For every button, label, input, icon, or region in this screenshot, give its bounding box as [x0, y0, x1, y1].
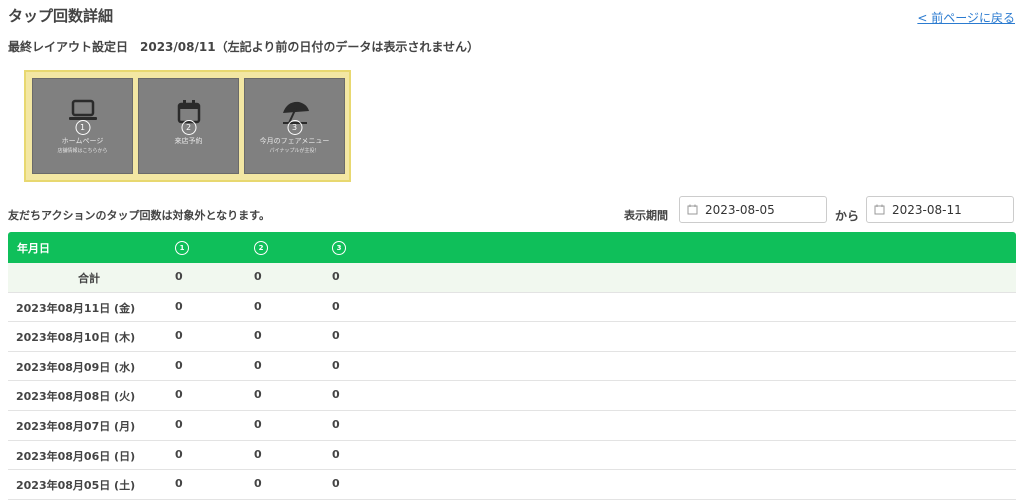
layout-date-text: 最終レイアウト設定日 2023/08/11（左記より前の日付のデータは表示されま…: [8, 40, 479, 54]
total-value-1: 0: [175, 270, 183, 283]
period-label: 表示期間: [624, 209, 668, 222]
rich-menu-tile-3: 3 今月のフェアメニュー パイナップルが主役！: [244, 78, 345, 174]
tile-number-3: 3: [287, 120, 302, 135]
row-value-1: 0: [175, 358, 183, 372]
table-header: 年月日 1 2 3: [8, 232, 1016, 263]
calendar-icon: [874, 204, 885, 215]
row-value-1: 0: [175, 447, 183, 461]
tile-label-1: ホームページ: [61, 137, 104, 145]
row-date: 2023年08月06日 (日): [16, 449, 136, 463]
row-value-3: 0: [332, 477, 340, 491]
table-row: 2023年08月08日 (火) 0 0 0: [8, 381, 1016, 411]
row-value-1: 0: [175, 329, 183, 343]
table-row: 2023年08月10日 (木) 0 0 0: [8, 322, 1016, 352]
row-value-2: 0: [254, 358, 262, 372]
row-value-1: 0: [175, 299, 183, 313]
date-from-value: 2023-08-05: [705, 203, 775, 217]
row-value-3: 0: [332, 388, 340, 402]
total-label: 合計: [78, 272, 100, 285]
row-value-2: 0: [254, 388, 262, 402]
tap-count-table: 年月日 1 2 3 合計 0 0 0 2023年08月11日 (金) 0 0 0…: [8, 232, 1016, 500]
row-value-3: 0: [332, 417, 340, 431]
total-value-3: 0: [332, 270, 340, 283]
exclusion-note: 友だちアクションのタップ回数は対象外となります。: [8, 209, 271, 222]
total-row: 合計 0 0 0: [8, 263, 1016, 293]
column-header-2: 2: [254, 241, 268, 255]
row-date: 2023年08月08日 (火): [16, 390, 136, 404]
table-row: 2023年08月09日 (水) 0 0 0: [8, 352, 1016, 382]
row-value-2: 0: [254, 417, 262, 431]
column-header-date: 年月日: [17, 242, 50, 255]
date-from-input[interactable]: 2023-08-05: [679, 196, 827, 223]
row-value-2: 0: [254, 447, 262, 461]
row-value-3: 0: [332, 447, 340, 461]
back-link[interactable]: < 前ページに戻る: [917, 9, 1015, 26]
date-to-value: 2023-08-11: [892, 203, 962, 217]
total-value-2: 0: [254, 270, 262, 283]
row-value-3: 0: [332, 299, 340, 313]
tile-label-2: 来店予約: [174, 137, 203, 145]
row-date: 2023年08月07日 (月): [16, 419, 136, 433]
column-header-3: 3: [332, 241, 346, 255]
row-date: 2023年08月10日 (木): [16, 331, 136, 345]
row-date: 2023年08月11日 (金): [16, 301, 136, 315]
calendar-icon: [687, 204, 698, 215]
column-header-1: 1: [175, 241, 189, 255]
row-value-2: 0: [254, 477, 262, 491]
row-date: 2023年08月09日 (水): [16, 360, 136, 374]
tile-number-1: 1: [75, 120, 90, 135]
row-value-3: 0: [332, 329, 340, 343]
row-value-1: 0: [175, 477, 183, 491]
rich-menu-tile-2: 2 来店予約: [138, 78, 239, 174]
table-row: 2023年08月05日 (土) 0 0 0: [8, 470, 1016, 500]
rich-menu-preview: 1 ホームページ 店舗情報はこちらから 2 来店予約 3 今月のフェアメニュー …: [24, 70, 351, 182]
tile-sub-3: パイナップルが主役！: [269, 148, 320, 154]
row-value-2: 0: [254, 299, 262, 313]
date-separator: から: [835, 209, 860, 223]
row-value-3: 0: [332, 358, 340, 372]
tile-sub-1: 店舗情報はこちらから: [57, 148, 108, 154]
page-title: タップ回数詳細: [8, 7, 114, 25]
table-row: 2023年08月11日 (金) 0 0 0: [8, 293, 1016, 323]
tile-number-2: 2: [181, 120, 196, 135]
date-to-input[interactable]: 2023-08-11: [866, 196, 1014, 223]
row-value-2: 0: [254, 329, 262, 343]
table-row: 2023年08月06日 (日) 0 0 0: [8, 441, 1016, 471]
tile-label-3: 今月のフェアメニュー: [259, 137, 330, 145]
row-value-1: 0: [175, 388, 183, 402]
rich-menu-tile-1: 1 ホームページ 店舗情報はこちらから: [32, 78, 133, 174]
row-date: 2023年08月05日 (土): [16, 479, 136, 493]
row-value-1: 0: [175, 417, 183, 431]
table-row: 2023年08月07日 (月) 0 0 0: [8, 411, 1016, 441]
